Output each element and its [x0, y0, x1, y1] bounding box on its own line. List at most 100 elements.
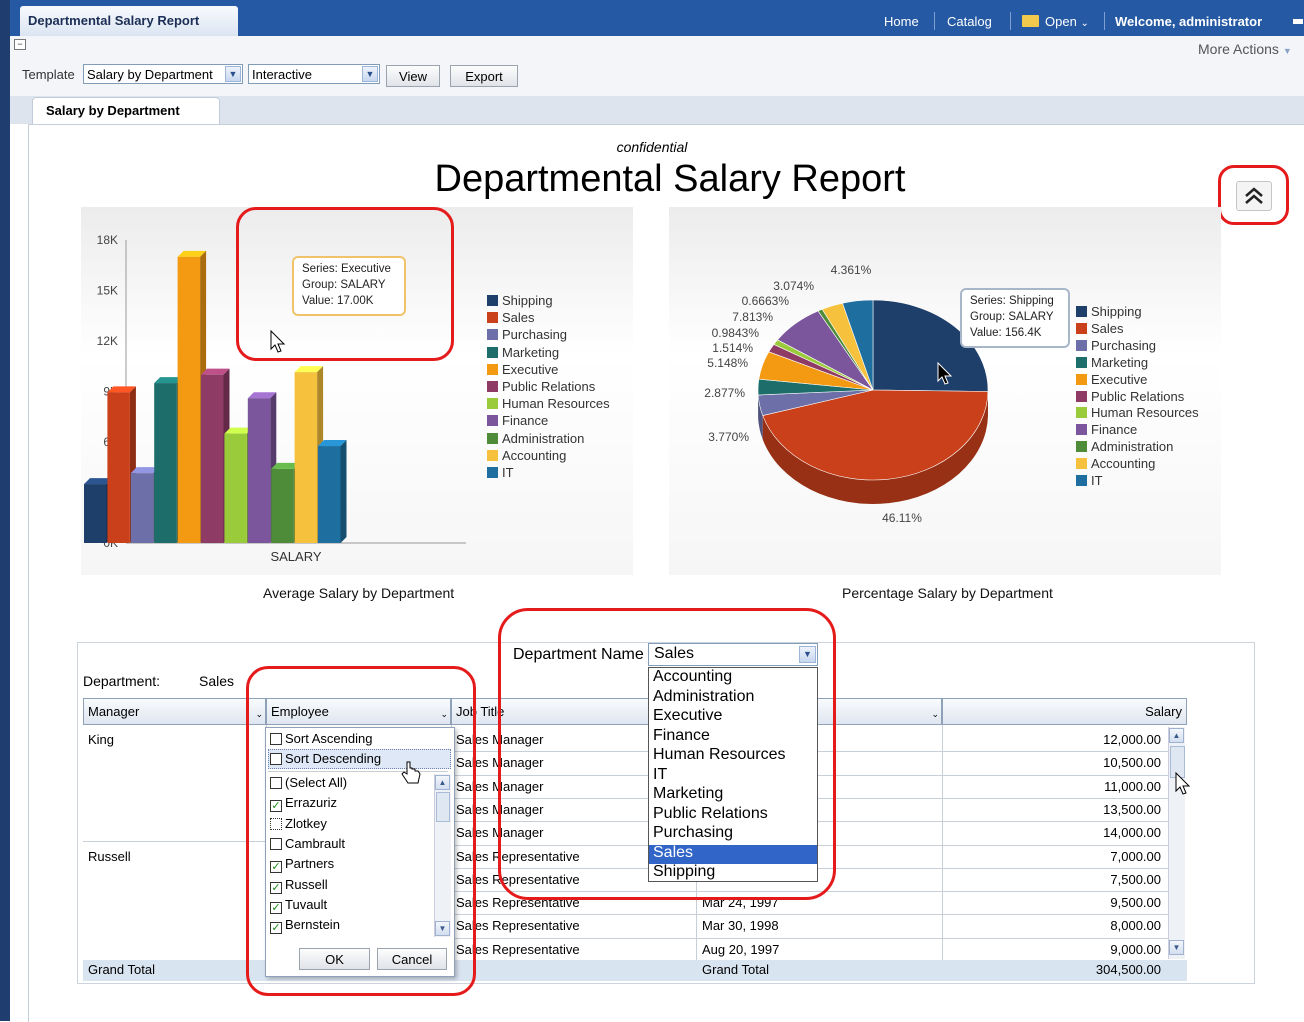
divider: [83, 841, 266, 842]
legend-item: Administration: [1076, 439, 1173, 456]
department-label: Department:: [83, 673, 160, 689]
pie-data-label: 2.877%: [704, 386, 745, 400]
legend-item: Shipping: [487, 293, 553, 310]
scroll-up-icon[interactable]: ▲: [1169, 728, 1184, 743]
legend-item: Human Resources: [1076, 405, 1199, 422]
legend-label: Executive: [1091, 372, 1147, 387]
legend-label: Finance: [1091, 422, 1137, 437]
legend-swatch: [487, 329, 498, 340]
folder-icon[interactable]: [1022, 15, 1039, 27]
chevron-down-icon[interactable]: ⌄: [931, 709, 939, 720]
legend-label: Accounting: [1091, 456, 1155, 471]
column-header-manager[interactable]: Manager⌄: [83, 698, 266, 725]
home-link[interactable]: Home: [884, 14, 919, 29]
catalog-link[interactable]: Catalog: [947, 14, 992, 29]
legend-item: Finance: [487, 413, 548, 430]
pie-data-label: 3.770%: [708, 430, 749, 444]
pie-tooltip: Series: Shipping Group: SALARY Value: 15…: [960, 288, 1070, 348]
legend-label: Administration: [1091, 439, 1173, 454]
y-tick-label: 15K: [97, 284, 118, 298]
pie-data-label: 1.514%: [712, 341, 753, 355]
legend-swatch: [487, 450, 498, 461]
grand-total-label: Grand Total: [702, 962, 769, 977]
legend-swatch: [487, 467, 498, 478]
template-value: Salary by Department: [87, 67, 213, 82]
chevron-down-icon[interactable]: ▼: [225, 66, 241, 82]
nav-separator: [1010, 12, 1011, 30]
legend-item: Public Relations: [1076, 389, 1184, 406]
legend-label: Human Resources: [502, 396, 610, 411]
legend-swatch: [487, 364, 498, 375]
nav-separator: [934, 12, 935, 30]
collapse-icon[interactable]: −: [14, 39, 26, 50]
highlight-box: [1218, 165, 1289, 225]
tooltip-value: Value: 156.4K: [970, 325, 1060, 341]
mode-select[interactable]: Interactive ▼: [248, 64, 380, 84]
tooltip-series: Series: Shipping: [970, 293, 1060, 309]
legend-swatch: [1076, 306, 1087, 317]
template-label: Template: [22, 67, 75, 82]
grand-total-label: Grand Total: [88, 962, 155, 977]
pie-data-label: 0.9843%: [712, 326, 760, 340]
legend-item: Shipping: [1076, 304, 1142, 321]
grand-total-value: 304,500.00: [1000, 962, 1161, 977]
legend-item: Executive: [1076, 372, 1147, 389]
legend-item: Marketing: [487, 345, 559, 362]
export-button[interactable]: Export: [450, 65, 518, 87]
salary-cell: 14,000.00: [1000, 821, 1161, 844]
salary-cell: 10,500.00: [1000, 751, 1161, 774]
salary-cell: 12,000.00: [1000, 728, 1161, 751]
legend-swatch: [487, 347, 498, 358]
column-header-salary[interactable]: Salary: [942, 698, 1187, 725]
open-label: Open: [1045, 14, 1077, 29]
salary-cell: 7,000.00: [1000, 845, 1161, 868]
column-label: Salary: [1145, 704, 1182, 719]
legend-item: Purchasing: [1076, 338, 1156, 355]
chevron-down-icon: ⌄: [1080, 18, 1088, 29]
salary-cell: 11,000.00: [1000, 775, 1161, 798]
scroll-down-icon[interactable]: ▼: [1169, 940, 1184, 955]
hire-date-cell: Aug 20, 1997: [702, 938, 779, 961]
legend-item: Executive: [487, 362, 558, 379]
template-select[interactable]: Salary by Department ▼: [83, 64, 243, 84]
hire-date-cell: Mar 30, 1998: [702, 914, 779, 937]
legend-swatch: [487, 312, 498, 323]
mouse-cursor-icon: [1175, 772, 1191, 796]
job-title-cell: Sales Representative: [456, 914, 692, 937]
legend-item: IT: [487, 465, 514, 482]
legend-label: Finance: [502, 413, 548, 428]
more-actions-menu[interactable]: More Actions ▼: [1198, 41, 1292, 57]
legend-item: Administration: [487, 431, 584, 448]
divider: [942, 725, 943, 981]
legend-swatch: [487, 295, 498, 306]
y-tick-label: 18K: [97, 233, 118, 247]
salary-cell: 9,000.00: [1000, 938, 1161, 961]
legend-item: Public Relations: [487, 379, 595, 396]
highlight-box: [236, 207, 454, 361]
mouse-cursor-icon: [270, 330, 286, 354]
divider: [451, 914, 1168, 915]
legend-label: Marketing: [1091, 355, 1148, 370]
legend-swatch: [1076, 407, 1087, 418]
app-title: Departmental Salary Report: [28, 13, 199, 28]
divider: [451, 938, 1168, 939]
legend-label: Public Relations: [1091, 389, 1184, 404]
legend-item: IT: [1076, 473, 1103, 490]
window-icon[interactable]: [1293, 19, 1303, 24]
manager-cell: King: [88, 728, 114, 751]
bar-it[interactable]: [318, 440, 347, 543]
salary-cell: 7,500.00: [1000, 868, 1161, 891]
view-button[interactable]: View: [386, 65, 440, 87]
legend-label: IT: [1091, 473, 1103, 488]
legend-label: IT: [502, 465, 514, 480]
y-tick-label: 12K: [97, 334, 118, 348]
open-menu[interactable]: Open ⌄: [1045, 14, 1089, 29]
chevron-down-icon[interactable]: ▼: [362, 66, 378, 82]
legend-swatch: [1076, 340, 1087, 351]
welcome-user[interactable]: Welcome, administrator: [1115, 14, 1262, 29]
mouse-cursor-icon: [937, 362, 953, 386]
pie-data-label: 5.148%: [707, 356, 748, 370]
legend-swatch: [487, 398, 498, 409]
legend-item: Purchasing: [487, 327, 567, 344]
legend-item: Marketing: [1076, 355, 1148, 372]
